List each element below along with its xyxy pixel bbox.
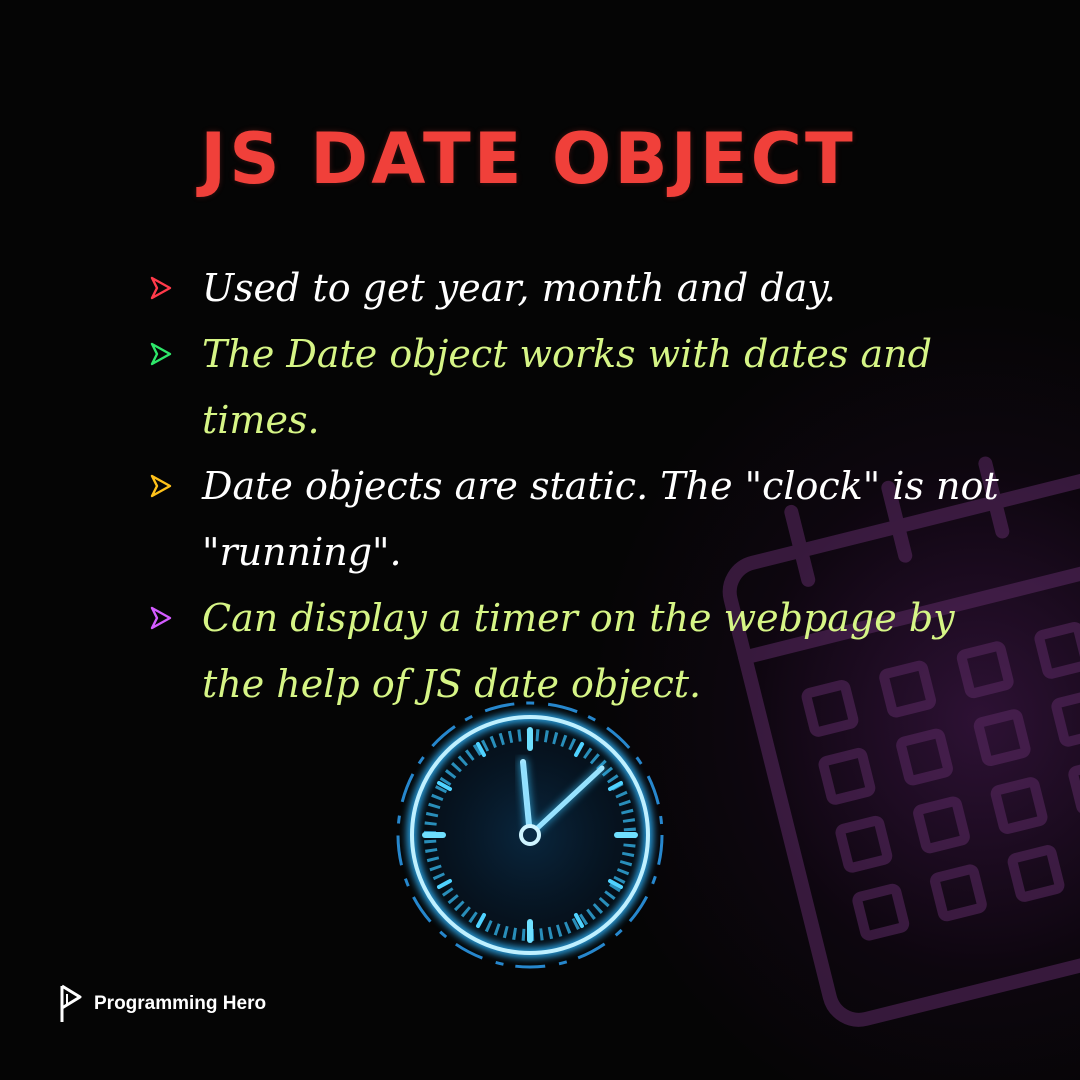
list-item: The Date object works with dates and tim… [148,321,1028,453]
list-item: Used to get year, month and day. [148,255,1028,321]
chevron-right-icon [150,606,172,630]
play-icon [60,984,82,1022]
bullet-text: Used to get year, month and day. [202,266,836,310]
bullet-text: The Date object works with dates and tim… [202,332,932,442]
chevron-right-icon [150,474,172,498]
page-title-text: JS DATE OBJECT [200,118,856,200]
bullet-text: Date objects are static. The "clock" is … [202,464,999,574]
bullet-list: Used to get year, month and day. The Dat… [148,255,1028,717]
brand-name: Programming Hero [94,993,267,1014]
page-title: JS DATE OBJECT [0,118,1080,200]
poster: JS DATE OBJECT Used to get year, month a… [0,0,1080,1080]
chevron-right-icon [150,342,172,366]
chevron-right-icon [150,276,172,300]
clock-icon [390,695,670,975]
list-item: Date objects are static. The "clock" is … [148,453,1028,585]
brand: Programming Hero [56,982,266,1026]
